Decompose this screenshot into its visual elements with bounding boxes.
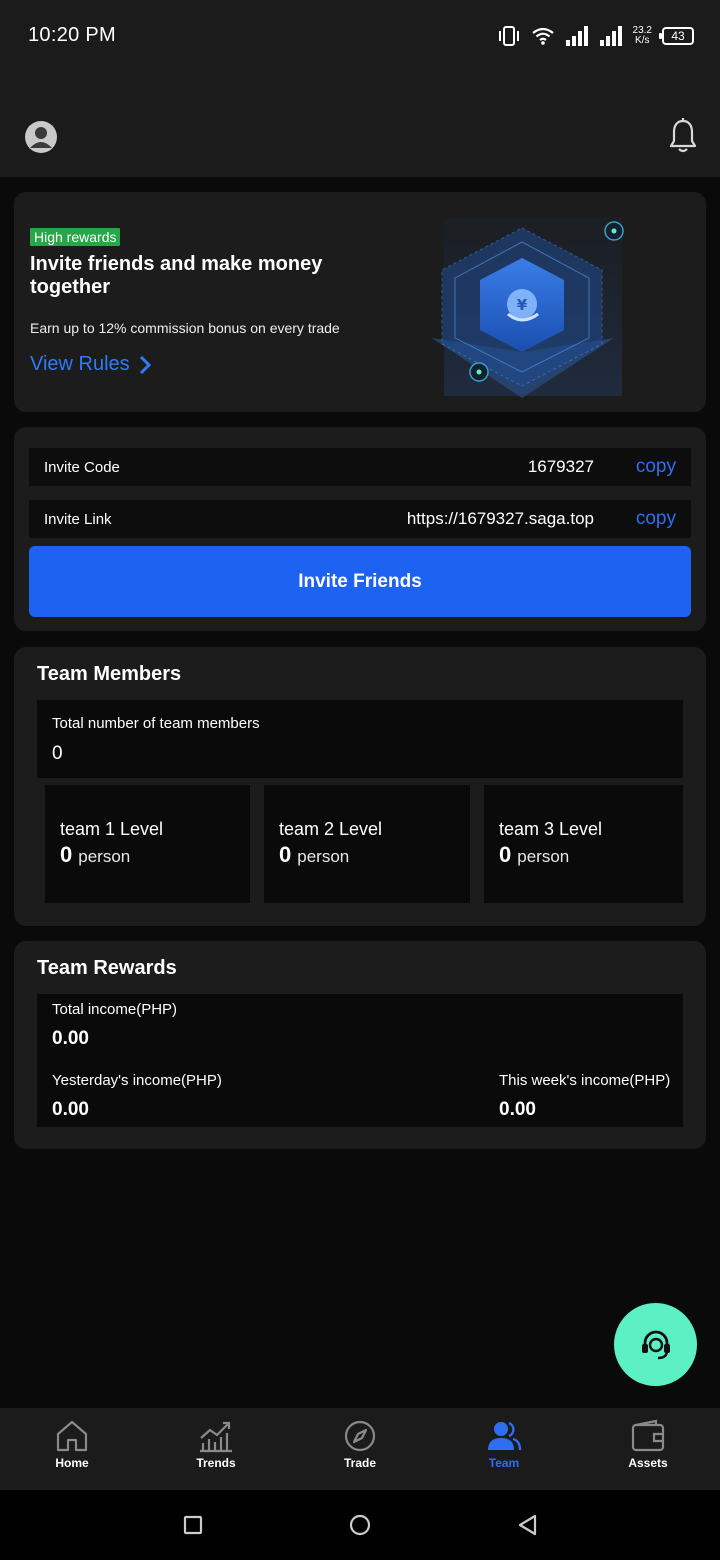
invite-link-row: Invite Link https://1679327.saga.top cop… [29,500,691,538]
signal-icon-1 [565,26,588,46]
bottom-nav: Home Trends Trade Team Assets [0,1408,720,1490]
level-name: team 2 Level [279,819,383,839]
view-rules-label: View Rules [30,353,130,375]
invite-link-value: https://1679327.saga.top [406,509,594,528]
week-income-value: 0.00 [499,1099,536,1120]
battery-icon: 43 [659,27,694,45]
level-count: 0 person [279,842,350,867]
wallet-icon [631,1419,665,1452]
total-members-value: 0 [52,743,63,764]
team-rewards-title: Team Rewards [37,957,177,979]
total-members-box: Total number of team members 0 [37,700,683,778]
level-count: 0 person [60,842,131,867]
level-count: 0 person [499,842,570,867]
banner-title: Invite friends and make money together [30,253,323,298]
week-income-label: This week's income(PHP) [499,1072,671,1089]
team-level-1: team 1 Level 0 person [45,785,250,903]
banner-subtitle: Earn up to 12% commission bonus on every… [30,320,340,336]
invite-link-label: Invite Link [44,510,112,528]
nav-team[interactable]: Team [432,1408,576,1490]
vibrate-icon [498,26,519,46]
team-level-3: team 3 Level 0 person [484,785,683,903]
home-circle-icon[interactable] [347,1512,373,1538]
total-income-label: Total income(PHP) [52,1001,178,1018]
wifi-icon [531,27,554,45]
nav-assets[interactable]: Assets [576,1408,720,1490]
invite-code-row: Invite Code 1679327 copy [29,448,691,486]
nav-trends[interactable]: Trends [144,1408,288,1490]
team-members-card: Team Members Total number of team member… [14,647,706,926]
bell-icon[interactable] [668,118,698,154]
team-rewards-card: Team Rewards Total income(PHP) 0.00 Yest… [14,941,706,1149]
network-speed: 23.2 K/s [632,25,652,46]
home-icon [56,1420,88,1452]
status-time: 10:20 PM [28,24,117,46]
copy-code-button[interactable]: copy [636,456,676,478]
level-name: team 3 Level [499,819,603,839]
invite-code-label: Invite Code [44,458,120,476]
rewards-box: Total income(PHP) 0.00 Yesterday's incom… [37,994,683,1127]
nav-trade[interactable]: Trade [288,1408,432,1490]
view-rules-link[interactable]: View Rules [30,353,152,376]
yesterday-income-label: Yesterday's income(PHP) [52,1072,222,1089]
total-members-label: Total number of team members [52,715,260,732]
status-bar: 10:20 PM 23.2 K/s 43 [0,0,720,80]
compass-icon [344,1420,376,1452]
app-header [0,80,720,177]
chevron-right-icon [139,355,151,374]
back-triangle-icon[interactable] [515,1512,541,1538]
invite-code-value: 1679327 [527,457,594,476]
headset-icon [641,1330,670,1359]
team-members-title: Team Members [37,663,182,685]
high-rewards-badge: High rewards [30,228,121,246]
invite-card: Invite Code 1679327 copy Invite Link htt… [14,427,706,631]
trends-icon [200,1421,232,1453]
invite-banner: High rewards Invite friends and make mon… [14,192,706,412]
copy-link-button[interactable]: copy [636,508,676,530]
nav-home[interactable]: Home [0,1408,144,1490]
signal-icon-2 [599,26,622,46]
avatar-icon[interactable] [24,120,58,154]
reward-illustration: ¥ [432,218,624,398]
yesterday-income-value: 0.00 [52,1099,89,1120]
status-icons: 23.2 K/s 43 [497,22,694,50]
system-nav-bar [0,1490,720,1560]
invite-friends-button[interactable]: Invite Friends [29,546,691,617]
recents-icon[interactable] [180,1512,206,1538]
total-income-value: 0.00 [52,1028,89,1049]
team-icon [488,1421,522,1451]
level-name: team 1 Level [60,819,164,839]
team-level-2: team 2 Level 0 person [264,785,470,903]
customer-support-button[interactable] [614,1303,697,1386]
yuan-glyph: ¥ [517,296,528,314]
